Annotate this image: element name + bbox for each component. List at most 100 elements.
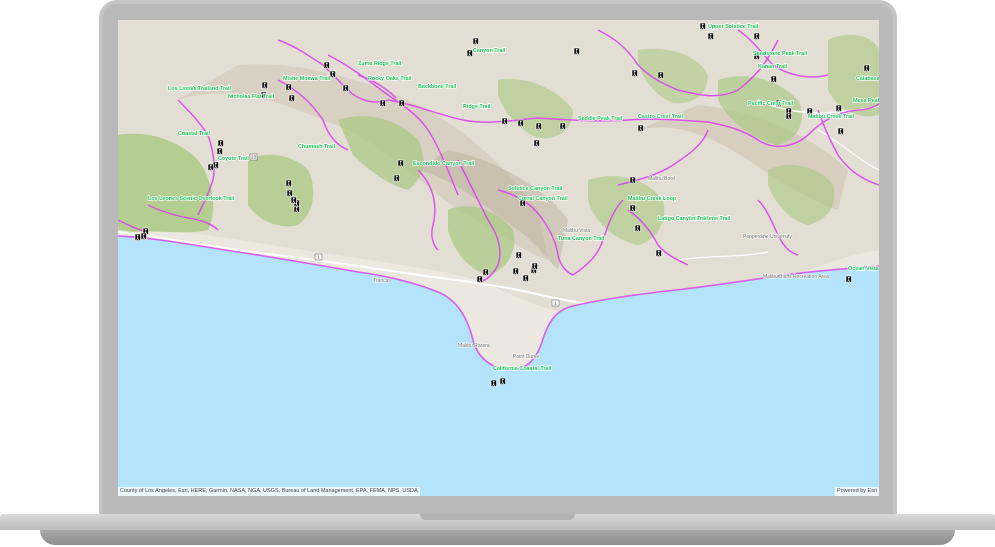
hiker-icon[interactable] xyxy=(140,232,147,240)
hiker-icon[interactable] xyxy=(472,37,479,45)
hiker-icon[interactable] xyxy=(531,262,538,270)
trail-label[interactable]: Upper Solstice Trail xyxy=(707,23,759,30)
trail-label[interactable]: Tuna Canyon Trail xyxy=(557,235,605,242)
trail-label[interactable]: Corral Canyon Trail xyxy=(517,195,569,202)
hiker-icon[interactable] xyxy=(699,22,706,30)
hiker-icon[interactable] xyxy=(634,224,641,232)
trail-label[interactable]: Nicholas Flat Trail xyxy=(227,93,275,100)
trail-label[interactable]: Mishe Mokwa Trail xyxy=(282,75,331,82)
hiker-icon[interactable] xyxy=(293,205,300,213)
place-label: Malibu Bowl xyxy=(648,176,675,182)
hiker-icon[interactable] xyxy=(476,275,483,283)
trail-label[interactable]: Coyote Trail xyxy=(217,155,250,162)
hiker-icon[interactable] xyxy=(466,49,473,57)
hiker-icon[interactable] xyxy=(785,112,792,120)
hiker-icon[interactable] xyxy=(261,81,268,89)
route-shield: 1 xyxy=(314,253,323,261)
hiker-icon[interactable] xyxy=(629,204,636,212)
place-label: Pepperdine University xyxy=(743,234,792,240)
laptop-notch xyxy=(420,514,575,520)
hiker-icon[interactable] xyxy=(535,122,542,130)
map-attribution: County of Los Angeles, Esri, HERE, Garmi… xyxy=(118,487,420,496)
hiker-icon[interactable] xyxy=(637,124,644,132)
map-view[interactable]: Mulholland Trail Zuma Ridge Trail Canyon T… xyxy=(118,20,879,496)
hiker-icon[interactable] xyxy=(655,249,662,257)
hiker-icon[interactable] xyxy=(216,147,223,155)
hiker-icon[interactable] xyxy=(323,61,330,69)
trail-label[interactable]: Calabasas - Cold Creek Trail xyxy=(855,75,879,82)
hiker-icon[interactable] xyxy=(288,94,295,102)
svg-text:23: 23 xyxy=(251,155,257,160)
laptop-base-top xyxy=(0,514,995,530)
hiker-icon[interactable] xyxy=(753,32,760,40)
place-label: Point Dume xyxy=(513,354,539,360)
trail-label[interactable]: Zuma Ridge Trail xyxy=(357,60,402,67)
trail-label[interactable]: Kanan Trail xyxy=(757,63,788,70)
hiker-icon[interactable] xyxy=(134,233,141,241)
trail-label[interactable]: Sandstone Peak Trail xyxy=(752,50,808,57)
hiker-icon[interactable] xyxy=(342,84,349,92)
trail-label[interactable]: Pacific Crest Trail xyxy=(747,100,794,107)
hiker-icon[interactable] xyxy=(217,139,224,147)
map-canvas[interactable]: Mulholland TrailZuma Ridge TrailCanyon T… xyxy=(118,20,879,496)
hiker-icon[interactable] xyxy=(286,189,293,197)
trail-label[interactable]: Latigo Canyon Trail xyxy=(657,215,709,222)
hiker-icon[interactable] xyxy=(290,196,297,204)
trail-label[interactable]: Los Leones Scenic Overlook Trail xyxy=(147,195,235,202)
hiker-icon[interactable] xyxy=(515,251,522,259)
trail-label[interactable]: Canyon Trail xyxy=(472,47,506,54)
hiker-icon[interactable] xyxy=(533,139,540,147)
hiker-icon[interactable] xyxy=(379,99,386,107)
hiker-icon[interactable] xyxy=(845,275,852,283)
trail-label[interactable]: Saddle Peak Trail xyxy=(577,115,623,122)
hiker-icon[interactable] xyxy=(707,32,714,40)
trail-label[interactable]: Backbone Trail xyxy=(417,83,457,90)
trail-label[interactable]: Coastal Trail xyxy=(177,130,211,137)
place-label: Malibu Vista xyxy=(563,228,590,234)
route-shield: 23 xyxy=(249,153,258,161)
place-label: Trancas xyxy=(373,278,391,284)
hiker-icon[interactable] xyxy=(835,104,842,112)
hiker-icon[interactable] xyxy=(212,161,219,169)
hiker-icon[interactable] xyxy=(398,99,405,107)
trail-label[interactable]: Los Liones Trail xyxy=(167,85,210,92)
hiker-icon[interactable] xyxy=(559,122,566,130)
hiker-icon[interactable] xyxy=(522,274,529,282)
hiker-icon[interactable] xyxy=(837,127,844,135)
hiker-icon[interactable] xyxy=(863,64,870,72)
trail-label[interactable]: Mesa Peak Trail xyxy=(852,97,879,104)
place-label: Malibu Riviera xyxy=(458,343,490,349)
hiker-icon[interactable] xyxy=(657,71,664,79)
trail-label[interactable]: Solstice Canyon Trail xyxy=(507,185,563,192)
hiker-icon[interactable] xyxy=(512,267,519,275)
trail-label[interactable]: Castro Crest Trail xyxy=(637,113,684,120)
trail-label[interactable]: Escondido Canyon Trail xyxy=(412,160,475,167)
hiker-icon[interactable] xyxy=(285,83,292,91)
hiker-icon[interactable] xyxy=(329,70,336,78)
place-label: Malibu Bluffs Recreation Area xyxy=(763,274,829,280)
laptop-base-bottom xyxy=(40,530,955,545)
hiker-icon[interactable] xyxy=(770,75,777,83)
hiker-icon[interactable] xyxy=(517,119,524,127)
hiker-icon[interactable] xyxy=(393,174,400,182)
trail-label[interactable]: Chumash Trail xyxy=(297,143,336,150)
route-shield: 1 xyxy=(551,299,560,307)
trail-label[interactable]: Malibu Creek Trail xyxy=(807,113,855,120)
laptop-base xyxy=(0,514,995,547)
trail-label[interactable]: Rocky Oaks Trail xyxy=(367,75,412,82)
hiker-icon[interactable] xyxy=(499,377,506,385)
trail-label[interactable]: Ridge Trail xyxy=(462,103,491,110)
hiker-icon[interactable] xyxy=(631,69,638,77)
hiker-icon[interactable] xyxy=(490,379,497,387)
hiker-icon[interactable] xyxy=(207,163,214,171)
trail-label[interactable]: Ocean Vista Trail xyxy=(847,265,879,272)
hiker-icon[interactable] xyxy=(285,179,292,187)
hiker-icon[interactable] xyxy=(501,117,508,125)
hiker-icon[interactable] xyxy=(482,268,489,276)
hiker-icon[interactable] xyxy=(629,176,636,184)
trail-label[interactable]: Malibu Creek Loop xyxy=(627,195,677,202)
esri-credit[interactable]: Powered by Esri xyxy=(834,487,879,496)
trail-label[interactable]: California Coastal Trail xyxy=(492,365,552,372)
hiker-icon[interactable] xyxy=(573,47,580,55)
hiker-icon[interactable] xyxy=(397,159,404,167)
